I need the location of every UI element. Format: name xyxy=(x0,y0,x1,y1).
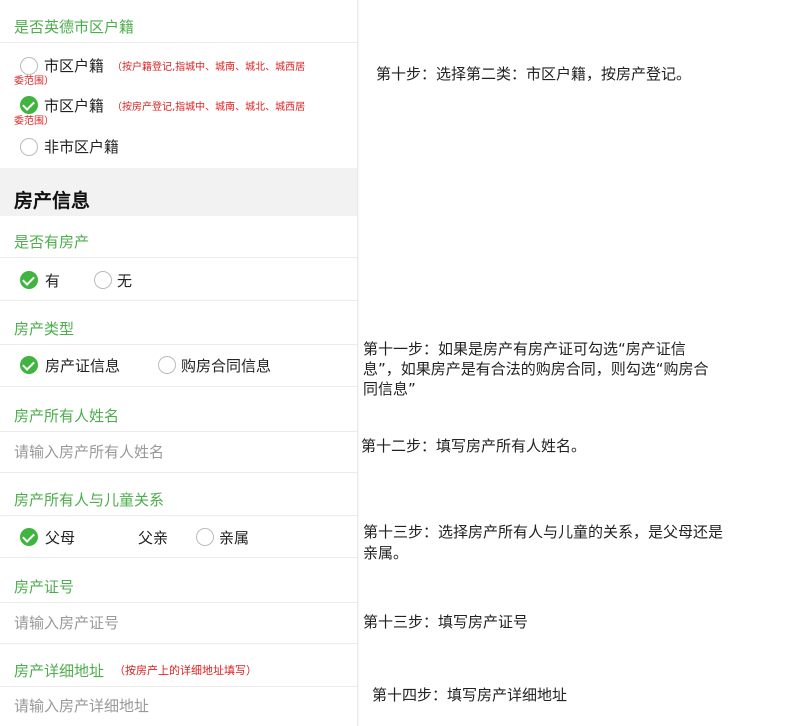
divider xyxy=(0,386,357,387)
step-10-text: 第十步：选择第二类：市区户籍，按房产登记。 xyxy=(376,65,692,83)
hukou-option-2-label[interactable]: 市区户籍 xyxy=(44,95,104,116)
address-input[interactable]: 请输入房产详细地址 xyxy=(14,695,149,716)
divider xyxy=(0,515,357,516)
has-property-label: 是否有房产 xyxy=(14,233,90,251)
registration-form: 是否英德市区户籍 市区户籍 （按户籍登记,指城中、城南、城北、城西居 委范围） … xyxy=(0,0,358,726)
hukou-option-1-radio[interactable] xyxy=(20,57,38,75)
step-13a-line-2: 亲属。 xyxy=(363,544,409,562)
hukou-option-2-note: （按房产登记,指城中、城南、城北、城西居 xyxy=(112,102,306,113)
has-property-no-radio[interactable] xyxy=(94,271,112,289)
section-title: 房产信息 xyxy=(14,190,91,212)
property-type-cert-radio[interactable] xyxy=(20,356,38,374)
step-13b-text: 第十三步：填写房产证号 xyxy=(363,613,529,631)
has-property-yes-radio[interactable] xyxy=(20,271,38,289)
divider xyxy=(0,42,357,43)
property-type-label: 房产类型 xyxy=(14,320,75,338)
hukou-option-1-note: （按户籍登记,指城中、城南、城北、城西居 xyxy=(112,62,306,73)
step-11-line-1: 第十一步：如果是房产有房产证可勾选“房产证信 xyxy=(363,340,686,358)
step-14-text: 第十四步：填写房产详细地址 xyxy=(372,686,568,704)
has-property-no-label[interactable]: 无 xyxy=(117,270,132,291)
divider xyxy=(0,643,357,644)
divider xyxy=(0,431,357,432)
step-12-text: 第十二步：填写房产所有人姓名。 xyxy=(361,437,587,455)
hukou-option-3-radio[interactable] xyxy=(20,138,38,156)
relation-relative-radio[interactable] xyxy=(196,528,214,546)
divider xyxy=(0,472,357,473)
relation-parents-radio[interactable] xyxy=(20,528,38,546)
relation-father-text: 父亲 xyxy=(138,529,169,547)
has-property-yes-label[interactable]: 有 xyxy=(45,270,60,291)
relation-relative-label[interactable]: 亲属 xyxy=(219,527,249,548)
property-type-contract-radio[interactable] xyxy=(158,356,176,374)
owner-name-label: 房产所有人姓名 xyxy=(14,407,120,425)
divider xyxy=(0,557,357,558)
cert-no-label: 房产证号 xyxy=(14,578,75,596)
property-type-contract-label[interactable]: 购房合同信息 xyxy=(181,355,271,376)
divider xyxy=(0,344,357,345)
step-11-line-3: 同信息” xyxy=(363,380,416,398)
owner-name-input[interactable]: 请输入房产所有人姓名 xyxy=(14,441,164,462)
address-note: （按房产上的详细地址填写） xyxy=(114,664,257,677)
hukou-option-1-label[interactable]: 市区户籍 xyxy=(44,55,104,76)
step-11-line-2: 息”，如果房产是有合法的购房合同，则勾选“购房合 xyxy=(363,360,709,378)
hukou-option-3-label[interactable]: 非市区户籍 xyxy=(44,136,119,157)
relation-label: 房产所有人与儿童关系 xyxy=(14,491,165,509)
cert-no-input[interactable]: 请输入房产证号 xyxy=(14,612,119,633)
hukou-option-1-note-cont: 委范围） xyxy=(14,76,54,87)
address-label: 房产详细地址 xyxy=(14,662,105,680)
hukou-option-2-radio[interactable] xyxy=(20,96,38,114)
step-13a-line-1: 第十三步：选择房产所有人与儿童的关系，是父母还是 xyxy=(363,523,724,541)
divider xyxy=(0,602,357,603)
divider xyxy=(0,257,357,258)
hukou-option-2-note-cont: 委范围） xyxy=(14,116,54,127)
divider xyxy=(0,300,357,301)
relation-parents-label[interactable]: 父母 xyxy=(45,527,75,548)
property-type-cert-label[interactable]: 房产证信息 xyxy=(45,355,120,376)
hukou-label: 是否英德市区户籍 xyxy=(14,18,135,36)
divider xyxy=(0,686,357,687)
